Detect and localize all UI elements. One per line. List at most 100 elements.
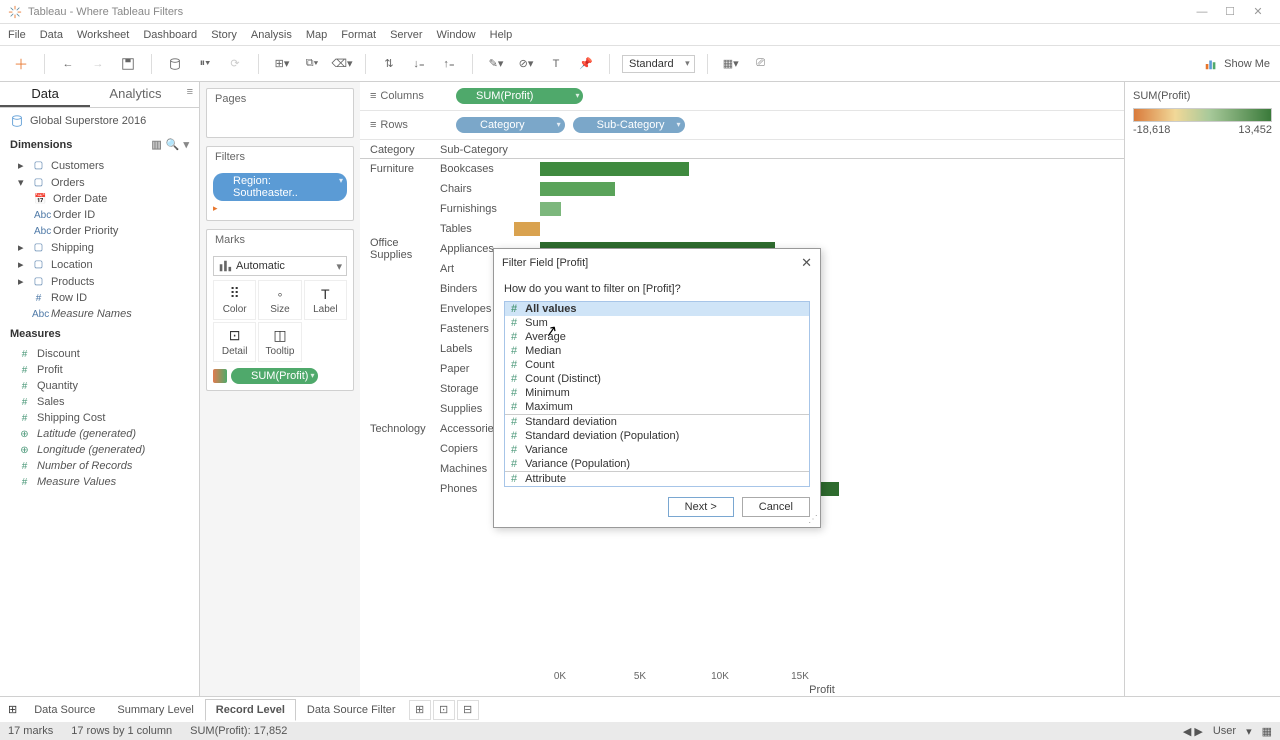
group-button[interactable]: ⊘▾ [515, 53, 537, 75]
meas-shipping-cost[interactable]: #Shipping Cost [0, 410, 199, 426]
new-worksheet-button[interactable]: ⊞▾ [271, 53, 293, 75]
filter-option-variance[interactable]: #Variance [505, 443, 809, 457]
header-subcategory[interactable]: Sub-Category [440, 144, 520, 156]
mark-type-dropdown[interactable]: Automatic▾ [213, 256, 347, 276]
label-button[interactable]: T [545, 53, 567, 75]
table-row[interactable]: Chairs [360, 179, 1124, 199]
back-button[interactable]: ← [57, 53, 79, 75]
sort-desc-button[interactable]: ↑₌ [438, 53, 460, 75]
sort-asc-button[interactable]: ↓₌ [408, 53, 430, 75]
sheet-tab-summary-level[interactable]: Summary Level [106, 699, 204, 721]
meas-sales[interactable]: #Sales [0, 394, 199, 410]
dim-order-priority[interactable]: AbcOrder Priority [0, 223, 199, 239]
datasource-item[interactable]: Global Superstore 2016 [0, 108, 199, 134]
next-button[interactable]: Next > [668, 497, 734, 517]
showme-icon[interactable] [1204, 57, 1218, 71]
menu-file[interactable]: File [8, 29, 26, 41]
menu-dashboard[interactable]: Dashboard [143, 29, 197, 41]
maximize-button[interactable]: ☐ [1216, 2, 1244, 22]
filter-option-all-values[interactable]: #All values [505, 302, 809, 316]
filters-shelf[interactable]: Filters Region: Southeaster.. ▸ [206, 146, 354, 221]
filter-option-variance-population-[interactable]: #Variance (Population) [505, 457, 809, 471]
meas-discount[interactable]: #Discount [0, 346, 199, 362]
filter-option-average[interactable]: #Average [505, 330, 809, 344]
pin-button[interactable]: 📌 [575, 53, 597, 75]
marks-detail[interactable]: ⊡Detail [213, 322, 256, 362]
swap-button[interactable]: ⇅ [378, 53, 400, 75]
filter-option-attribute[interactable]: #Attribute [505, 472, 809, 486]
dim-order-id[interactable]: AbcOrder ID [0, 207, 199, 223]
save-button[interactable] [117, 53, 139, 75]
filter-option-minimum[interactable]: #Minimum [505, 386, 809, 400]
sheet-tab-data-source[interactable]: Data Source [23, 699, 106, 721]
tab-analytics[interactable]: Analytics [90, 82, 180, 107]
color-legend[interactable]: SUM(Profit) -18,618 13,452 [1125, 82, 1280, 696]
table-row[interactable]: Tables [360, 219, 1124, 239]
showme-button[interactable]: Show Me [1224, 58, 1270, 70]
cancel-button[interactable]: Cancel [742, 497, 810, 517]
dialog-close-button[interactable]: ✕ [801, 255, 812, 271]
rows-pill-category[interactable]: Category [456, 117, 565, 133]
sheet-tab-data-source-filter[interactable]: Data Source Filter [296, 699, 407, 721]
new-datasource-button[interactable] [164, 53, 186, 75]
new-story-tab[interactable]: ⊟ [457, 700, 479, 720]
presentation-button[interactable]: ▦▾ [720, 53, 742, 75]
refresh-button[interactable]: ⟳ [224, 53, 246, 75]
tab-data[interactable]: Data [0, 82, 90, 107]
minimize-button[interactable]: — [1188, 2, 1216, 22]
pages-shelf[interactable]: Pages [206, 88, 354, 138]
dashboard-button[interactable]: ⎚ [750, 53, 772, 75]
columns-shelf[interactable]: ≡Columns SUM(Profit) [360, 82, 1124, 111]
menu-help[interactable]: Help [490, 29, 513, 41]
dim-products[interactable]: ▸▢Products [0, 273, 199, 290]
close-button[interactable]: ✕ [1244, 2, 1272, 22]
rows-shelf[interactable]: ≡Rows Category Sub-Category [360, 111, 1124, 140]
menu-window[interactable]: Window [437, 29, 476, 41]
forward-button[interactable]: → [87, 53, 109, 75]
meas-longitude-generated-[interactable]: ⊕Longitude (generated) [0, 442, 199, 458]
filter-option-sum[interactable]: #Sum [505, 316, 809, 330]
dim-orders[interactable]: ▾▢Orders [0, 174, 199, 191]
view-as-icon[interactable]: ▥ [151, 138, 161, 151]
pane-menu-icon[interactable]: ≡ [181, 82, 199, 107]
pane-dropdown-icon[interactable]: ▾ [183, 138, 189, 151]
menu-format[interactable]: Format [341, 29, 376, 41]
marks-tooltip[interactable]: ◫Tooltip [258, 322, 301, 362]
fit-dropdown[interactable]: Standard [622, 55, 695, 73]
marks-label[interactable]: TLabel [304, 280, 347, 320]
dim-row-id[interactable]: #Row ID [0, 290, 199, 306]
meas-profit[interactable]: #Profit [0, 362, 199, 378]
filter-option-count-distinct-[interactable]: #Count (Distinct) [505, 372, 809, 386]
new-worksheet-tab[interactable]: ⊞ [409, 700, 431, 720]
menu-worksheet[interactable]: Worksheet [77, 29, 129, 41]
rows-pill-subcategory[interactable]: Sub-Category [573, 117, 685, 133]
menu-data[interactable]: Data [40, 29, 63, 41]
menu-map[interactable]: Map [306, 29, 327, 41]
filter-option-standard-deviation-population-[interactable]: #Standard deviation (Population) [505, 429, 809, 443]
filter-option-median[interactable]: #Median [505, 344, 809, 358]
table-row[interactable]: Furnishings [360, 199, 1124, 219]
dim-customers[interactable]: ▸▢Customers [0, 157, 199, 174]
duplicate-button[interactable]: ⧉▾ [301, 53, 323, 75]
search-icon[interactable]: 🔍 [166, 138, 180, 151]
dim-location[interactable]: ▸▢Location [0, 256, 199, 273]
dim-shipping[interactable]: ▸▢Shipping [0, 239, 199, 256]
menu-server[interactable]: Server [390, 29, 422, 41]
columns-pill-sum-profit[interactable]: SUM(Profit) [456, 88, 583, 104]
tableau-icon[interactable] [10, 53, 32, 75]
highlight-button[interactable]: ✎▾ [485, 53, 507, 75]
dim-measure-names[interactable]: AbcMeasure Names [0, 306, 199, 322]
dim-order-date[interactable]: 📅Order Date [0, 191, 199, 207]
filter-option-standard-deviation[interactable]: #Standard deviation [505, 415, 809, 429]
menu-story[interactable]: Story [211, 29, 237, 41]
pause-refresh-button[interactable]: ⏸▾ [194, 53, 216, 75]
menu-analysis[interactable]: Analysis [251, 29, 292, 41]
marks-size[interactable]: ◦Size [258, 280, 301, 320]
filter-option-maximum[interactable]: #Maximum [505, 400, 809, 414]
meas-number-of-records[interactable]: #Number of Records [0, 458, 199, 474]
filter-pill-region[interactable]: Region: Southeaster.. [213, 173, 347, 201]
sheet-tab-record-level[interactable]: Record Level [205, 699, 296, 721]
resize-grip-icon[interactable]: ⋰ [808, 514, 818, 525]
clear-button[interactable]: ⌫▾ [331, 53, 353, 75]
datasource-tab-icon[interactable]: ⊞ [8, 703, 17, 716]
